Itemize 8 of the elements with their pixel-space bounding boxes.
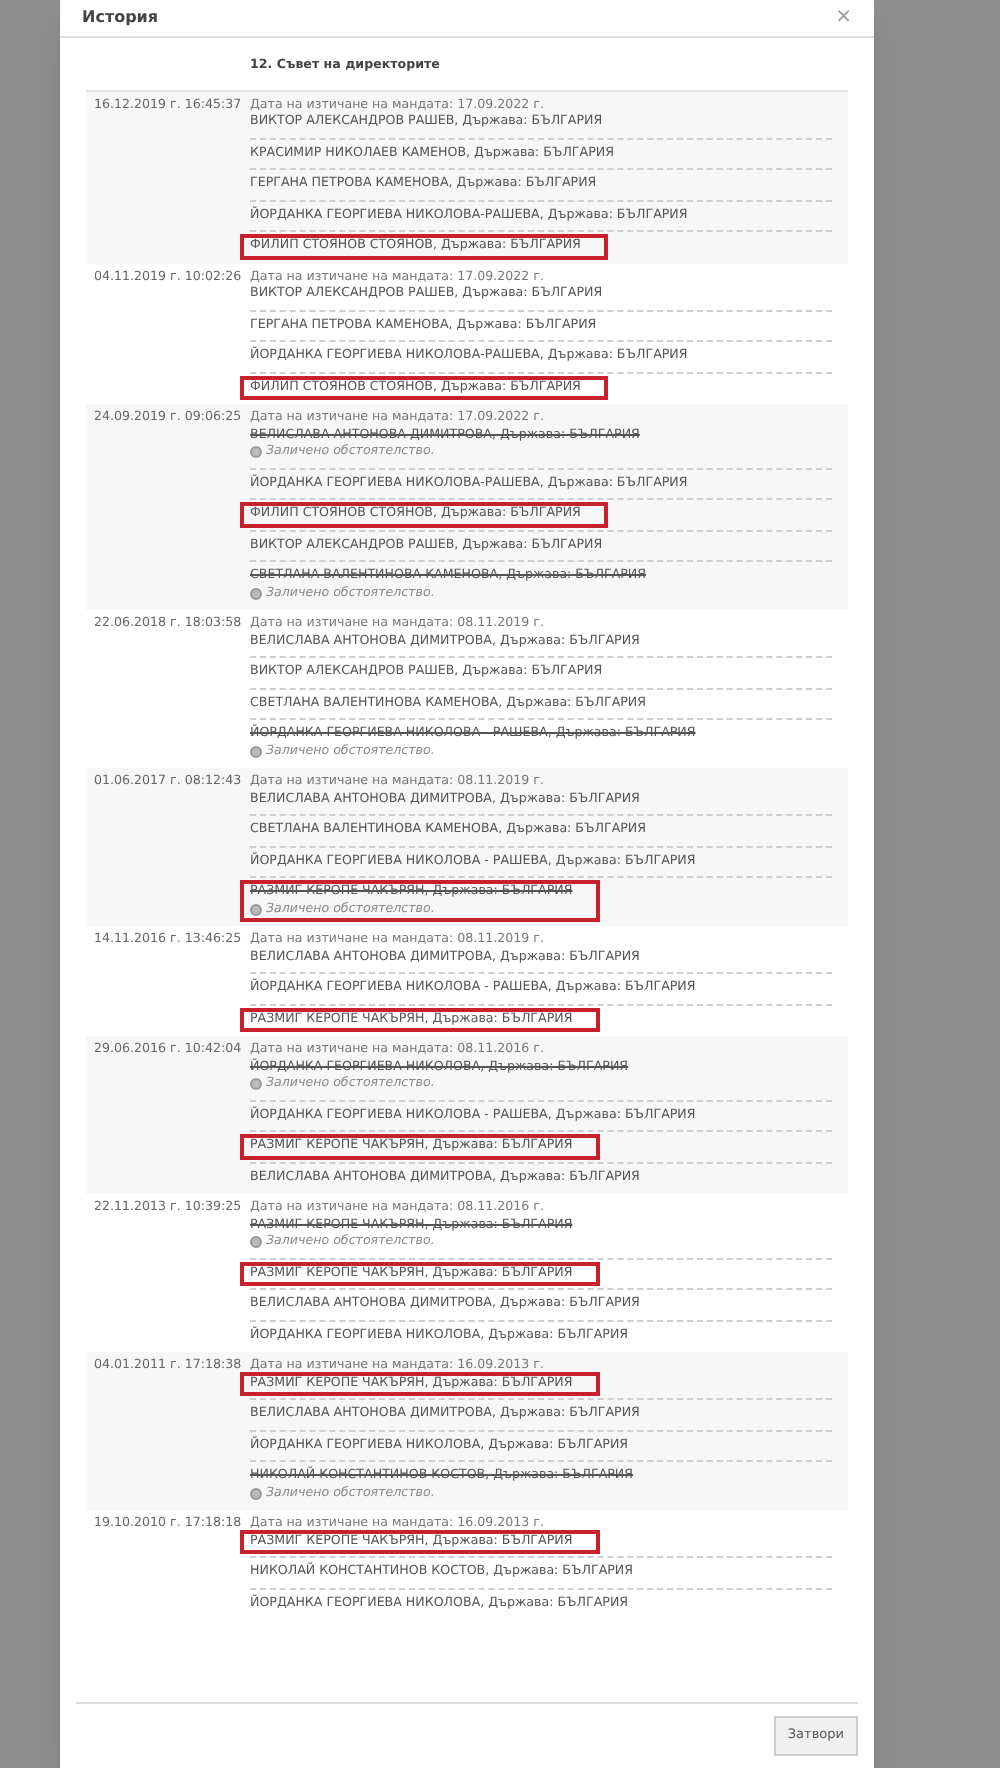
dialog-title: История xyxy=(82,6,159,30)
deleted-icon xyxy=(250,1487,262,1500)
deleted-icon xyxy=(250,903,262,916)
deleted-icon xyxy=(250,745,262,758)
deleted-icon xyxy=(250,587,262,600)
deleted-icon xyxy=(250,446,262,459)
deleted-icon xyxy=(250,1236,262,1249)
deleted-icon xyxy=(250,1078,262,1091)
